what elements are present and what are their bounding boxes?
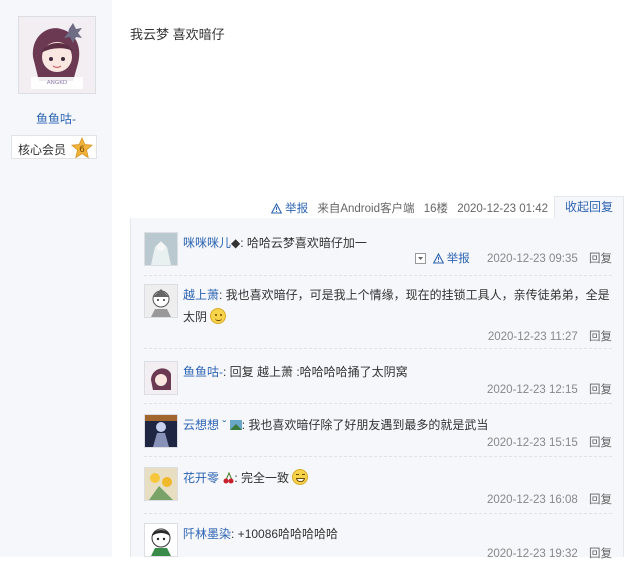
member-badge-label: 核心会员: [18, 143, 67, 157]
grin-emoji-icon: [292, 469, 309, 485]
cherry-icon: [223, 472, 234, 484]
reply-username[interactable]: 鱼鱼咕-: [183, 365, 223, 379]
reply-content: 越上萧: 我也喜欢暗仔，可是我上个情缘，现在的挂锁工具人，亲传徒弟弟，全是太阴: [183, 284, 611, 328]
reply-avatar[interactable]: [144, 414, 178, 448]
reply-username[interactable]: 越上萧: [183, 288, 219, 302]
level-star-icon: 6: [71, 137, 93, 159]
reply-content: 花开零 : 完全一致: [183, 467, 611, 489]
reply-text: : 我也喜欢暗仔除了好朋友遇到最多的就是武当: [241, 418, 489, 432]
reply-username[interactable]: 阡林墨染: [183, 527, 231, 541]
reply-button[interactable]: 回复: [589, 437, 612, 449]
reply-divider: [144, 403, 612, 404]
reply-avatar[interactable]: [144, 284, 178, 318]
author-avatar[interactable]: ᴬᴺᴳᴷᴰ: [18, 16, 96, 94]
reply-button[interactable]: 回复: [589, 331, 612, 343]
fold-replies-button[interactable]: 收起回复: [554, 196, 624, 218]
reply-username[interactable]: 咪咪咪儿: [183, 236, 231, 250]
reply-divider: [144, 348, 612, 349]
reply-button[interactable]: 回复: [589, 384, 612, 396]
reply-avatar[interactable]: [144, 523, 178, 557]
svg-text:ᴬᴺᴳᴷᴰ: ᴬᴺᴳᴷᴰ: [47, 80, 68, 90]
reply-time: 2020-12-23 16:08: [486, 494, 578, 506]
reply-footer: 2020-12-23 15:15 回复: [487, 434, 612, 450]
reply-text: : 我也喜欢暗仔，可是我上个情缘，现在的挂锁工具人，亲传徒弟弟，全是太阴: [183, 288, 610, 324]
reply-time: 2020-12-23 09:35: [486, 253, 578, 265]
report-icon: [432, 253, 444, 264]
reply-time: 2020-12-23 12:15: [486, 384, 578, 396]
reply-avatar[interactable]: [144, 361, 178, 395]
reply-footer: 2020-12-23 16:08 回复: [487, 491, 612, 507]
post-source: 来自Android客户端: [317, 203, 415, 215]
reply-button[interactable]: 回复: [589, 253, 612, 265]
reply-button[interactable]: 回复: [589, 494, 612, 506]
post-meta: 举报 来自Android客户端 16楼 2020-12-23 01:42: [270, 200, 548, 216]
reply-divider: [144, 456, 612, 457]
author-name[interactable]: 鱼鱼咕-: [0, 110, 112, 127]
reply-footer: 2020-12-23 19:32 回复: [487, 545, 612, 561]
user-suffix-icon: ◆: [231, 236, 241, 250]
reply-list: 咪咪咪儿◆: 哈哈云梦喜欢暗仔加一 举报 2020-12-23 09:35 回复…: [130, 218, 624, 560]
reply-time: 2020-12-23 15:15: [486, 437, 578, 449]
reply-username[interactable]: 云想想: [183, 418, 219, 432]
reply-content: 云想想 ˇ : 我也喜欢暗仔除了好朋友遇到最多的就是武当: [183, 414, 611, 436]
report-link[interactable]: 举报: [270, 203, 311, 215]
reply-divider: [144, 513, 612, 514]
reply-text: : +10086哈哈哈哈哈: [231, 527, 339, 541]
reply-text: : 哈哈云梦喜欢暗仔加一: [240, 236, 367, 250]
anime-avatar-image: ᴬᴺᴳᴷᴰ: [19, 17, 95, 93]
post-meta-row: 举报 来自Android客户端 16楼 2020-12-23 01:42 收起回…: [130, 196, 624, 218]
reply-time: 2020-12-23 19:32: [486, 548, 578, 560]
post-time: 2020-12-23 01:42: [457, 203, 548, 215]
reply-username[interactable]: 花开零: [183, 471, 219, 485]
smile-emoji-icon: [210, 308, 227, 324]
report-icon: [270, 203, 282, 214]
reply-content: 阡林墨染: +10086哈哈哈哈哈: [183, 523, 611, 545]
user-suffix-icon: ˇ: [222, 418, 227, 432]
level-number: 6: [79, 145, 85, 155]
author-sidebar: ᴬᴺᴳᴷᴰ 鱼鱼咕- 核心会员 6: [0, 0, 112, 557]
reply-footer: 2020-12-23 12:15 回复: [487, 381, 612, 397]
flag-icon: [229, 420, 242, 430]
reply-time: 2020-12-23 11:27: [487, 331, 578, 343]
dropdown-icon[interactable]: [415, 253, 427, 264]
reply-avatar[interactable]: [144, 232, 178, 266]
reply-avatar[interactable]: [144, 467, 178, 501]
reply-text: : 回复 越上萧 :哈哈哈哈捅了太阴窝: [223, 365, 408, 379]
reply-footer: 举报 2020-12-23 09:35 回复: [415, 250, 612, 266]
reply-text: : 完全一致: [234, 471, 290, 485]
reply-button[interactable]: 回复: [589, 548, 612, 560]
report-label: 举报: [285, 203, 309, 215]
post-floor: 16楼: [423, 203, 448, 215]
member-badge[interactable]: 核心会员 6: [11, 135, 97, 159]
reply-footer: 2020-12-23 11:27 回复: [488, 328, 612, 344]
reply-report-link[interactable]: 举报: [447, 253, 470, 265]
reply-divider: [144, 275, 612, 276]
post-content: 我云梦 喜欢暗仔: [130, 27, 225, 42]
reply-content: 鱼鱼咕-: 回复 越上萧 :哈哈哈哈捅了太阴窝: [183, 361, 611, 383]
